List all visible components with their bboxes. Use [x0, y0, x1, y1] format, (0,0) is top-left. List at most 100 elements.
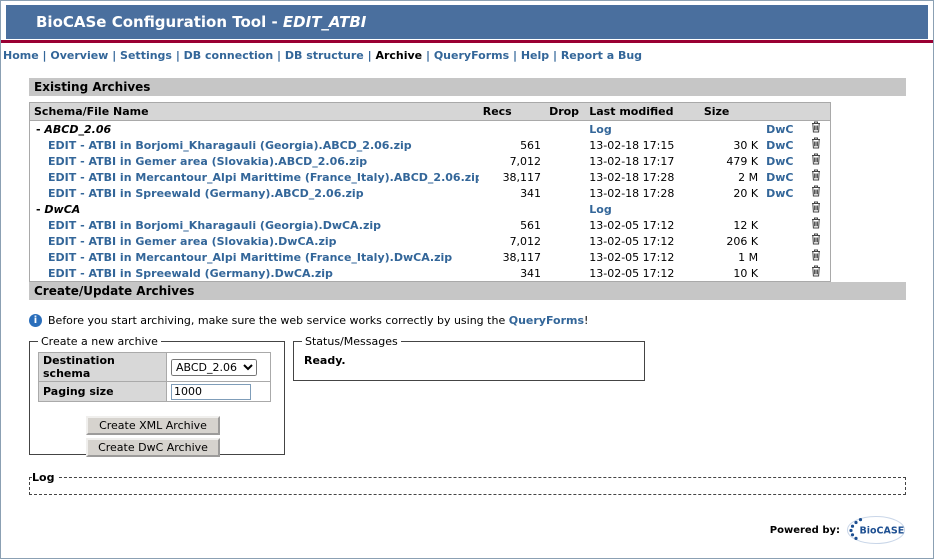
dwc-cell: DwC — [762, 185, 802, 201]
nav-item-report-a-bug[interactable]: Report a Bug — [561, 49, 642, 62]
archive-file-link[interactable]: EDIT - ATBI in Gemer area (Slovakia).ABC… — [48, 155, 367, 168]
nav-item-overview[interactable]: Overview — [50, 49, 108, 62]
size-cell: 479 K — [726, 154, 759, 168]
paging-size-input[interactable] — [171, 383, 251, 400]
status-messages-legend: Status/Messages — [305, 335, 398, 348]
nav-separator: | — [171, 49, 184, 62]
recs-cell: 561 — [520, 138, 542, 152]
dwc-link[interactable]: DwC — [766, 171, 793, 184]
modified-cell: Log — [585, 121, 700, 138]
dwc-cell: DwC — [762, 137, 802, 153]
trash-cell — [802, 249, 830, 265]
queryforms-link[interactable]: QueryForms — [509, 314, 584, 327]
trash-icon[interactable] — [811, 265, 821, 277]
size-cell: 10 K — [733, 266, 759, 280]
archives-header-row: Schema/File Name Recs Drop Last modified… — [29, 102, 831, 121]
trash-icon[interactable] — [811, 185, 821, 197]
nav-item-archive[interactable]: Archive — [375, 49, 422, 62]
app-header: BioCASe Configuration Tool - EDIT_ATBI — [6, 5, 928, 39]
archive-name-cell: EDIT - ATBI in Spreewald (Germany).ABCD_… — [30, 185, 479, 201]
trash-cell — [802, 185, 830, 201]
archive-name-cell: EDIT - ATBI in Gemer area (Slovakia).DwC… — [30, 233, 479, 249]
page: BioCASe Configuration Tool - EDIT_ATBI H… — [0, 0, 934, 559]
trash-icon[interactable] — [811, 233, 821, 245]
size-cell: 2 M — [738, 170, 759, 184]
trash-icon[interactable] — [811, 137, 821, 149]
modified-cell: Log — [585, 201, 700, 217]
size-cell: 1 M — [738, 250, 759, 264]
col-header-name: Schema/File Name — [29, 102, 479, 121]
trash-icon[interactable] — [811, 169, 821, 181]
nav-item-db-connection[interactable]: DB connection — [184, 49, 273, 62]
log-link[interactable]: Log — [589, 203, 611, 216]
archive-file-link[interactable]: EDIT - ATBI in Mercantour_Alpi Marittime… — [48, 171, 479, 184]
nav-item-settings[interactable]: Settings — [120, 49, 172, 62]
archive-file-link[interactable]: EDIT - ATBI in Gemer area (Slovakia).DwC… — [48, 235, 337, 248]
archive-name-cell: EDIT - ATBI in Borjomi_Kharagauli (Georg… — [30, 137, 479, 153]
destination-schema-select[interactable]: ABCD_2.06 — [171, 358, 257, 376]
modified-cell: 13-02-18 17:17 — [589, 154, 675, 168]
col-header-size: Size — [699, 102, 763, 121]
modified-cell: 13-02-18 17:28 — [589, 186, 675, 200]
col-header-dwc — [762, 102, 803, 121]
trash-cell — [802, 265, 830, 282]
create-archive-legend: Create a new archive — [41, 335, 158, 348]
paging-size-cell — [166, 381, 271, 402]
dwc-cell — [762, 265, 802, 282]
nav-item-queryforms[interactable]: QueryForms — [434, 49, 509, 62]
archive-file-row: EDIT - ATBI in Gemer area (Slovakia).DwC… — [30, 233, 831, 249]
trash-icon[interactable] — [811, 217, 821, 229]
status-messages-fieldset: Status/Messages Ready. — [293, 335, 645, 381]
trash-icon[interactable] — [811, 121, 821, 133]
size-cell — [700, 121, 762, 138]
recs-cell: 7,012 — [509, 234, 542, 248]
nav-item-help[interactable]: Help — [521, 49, 549, 62]
recs-cell: 7,012 — [509, 154, 542, 168]
archive-file-link[interactable]: EDIT - ATBI in Mercantour_Alpi Marittime… — [48, 251, 452, 264]
log-link[interactable]: Log — [589, 123, 611, 136]
trash-icon[interactable] — [811, 201, 821, 213]
modified-cell: 13-02-05 17:12 — [589, 234, 675, 248]
trash-cell — [802, 121, 830, 138]
powered-by-label: Powered by: — [769, 524, 840, 536]
paging-size-label: Paging size — [38, 381, 167, 402]
archive-file-row: EDIT - ATBI in Borjomi_Kharagauli (Georg… — [30, 217, 831, 233]
archive-buttons: Create XML Archive Create DwC Archive — [86, 416, 220, 457]
dwc-link[interactable]: DwC — [766, 123, 793, 136]
size-cell — [700, 201, 762, 217]
archive-file-row: EDIT - ATBI in Borjomi_Kharagauli (Georg… — [30, 137, 831, 153]
main-nav: Home | Overview | Settings | DB connecti… — [1, 43, 933, 62]
dwc-link[interactable]: DwC — [766, 139, 793, 152]
trash-cell — [802, 201, 830, 217]
size-cell: 206 K — [726, 234, 759, 248]
nav-separator: | — [38, 49, 51, 62]
existing-archives-table: Schema/File Name Recs Drop Last modified… — [29, 102, 831, 282]
destination-schema-label: Destination schema — [38, 352, 167, 382]
archive-file-link[interactable]: EDIT - ATBI in Borjomi_Kharagauli (Georg… — [48, 219, 381, 232]
nav-item-db-structure[interactable]: DB structure — [285, 49, 364, 62]
create-dwc-archive-button[interactable]: Create DwC Archive — [86, 438, 220, 457]
info-text-after: ! — [584, 314, 589, 327]
nav-item-home[interactable]: Home — [3, 49, 39, 62]
footer: Powered by: BioCASE — [29, 515, 906, 545]
logo-text: BioCASE — [860, 526, 905, 537]
create-xml-archive-button[interactable]: Create XML Archive — [86, 416, 220, 435]
recs-cell — [479, 201, 545, 217]
dwc-link[interactable]: DwC — [766, 155, 793, 168]
archive-file-link[interactable]: EDIT - ATBI in Borjomi_Kharagauli (Georg… — [48, 139, 412, 152]
dwc-link[interactable]: DwC — [766, 187, 793, 200]
dwc-cell — [762, 249, 802, 265]
trash-icon[interactable] — [811, 249, 821, 261]
col-header-modified: Last modified — [585, 102, 700, 121]
recs-cell: 561 — [520, 218, 542, 232]
archive-name-cell: - DwCA — [30, 201, 479, 217]
col-header-drop: Drop — [545, 102, 586, 121]
nav-separator: | — [549, 49, 561, 62]
info-line: i Before you start archiving, make sure … — [29, 314, 906, 327]
trash-icon[interactable] — [811, 153, 821, 165]
recs-cell: 38,117 — [502, 170, 542, 184]
recs-cell: 341 — [520, 266, 542, 280]
archive-file-link[interactable]: EDIT - ATBI in Spreewald (Germany).DwCA.… — [48, 267, 333, 280]
archive-file-link[interactable]: EDIT - ATBI in Spreewald (Germany).ABCD_… — [48, 187, 364, 200]
modified-cell: 13-02-05 17:12 — [589, 250, 675, 264]
